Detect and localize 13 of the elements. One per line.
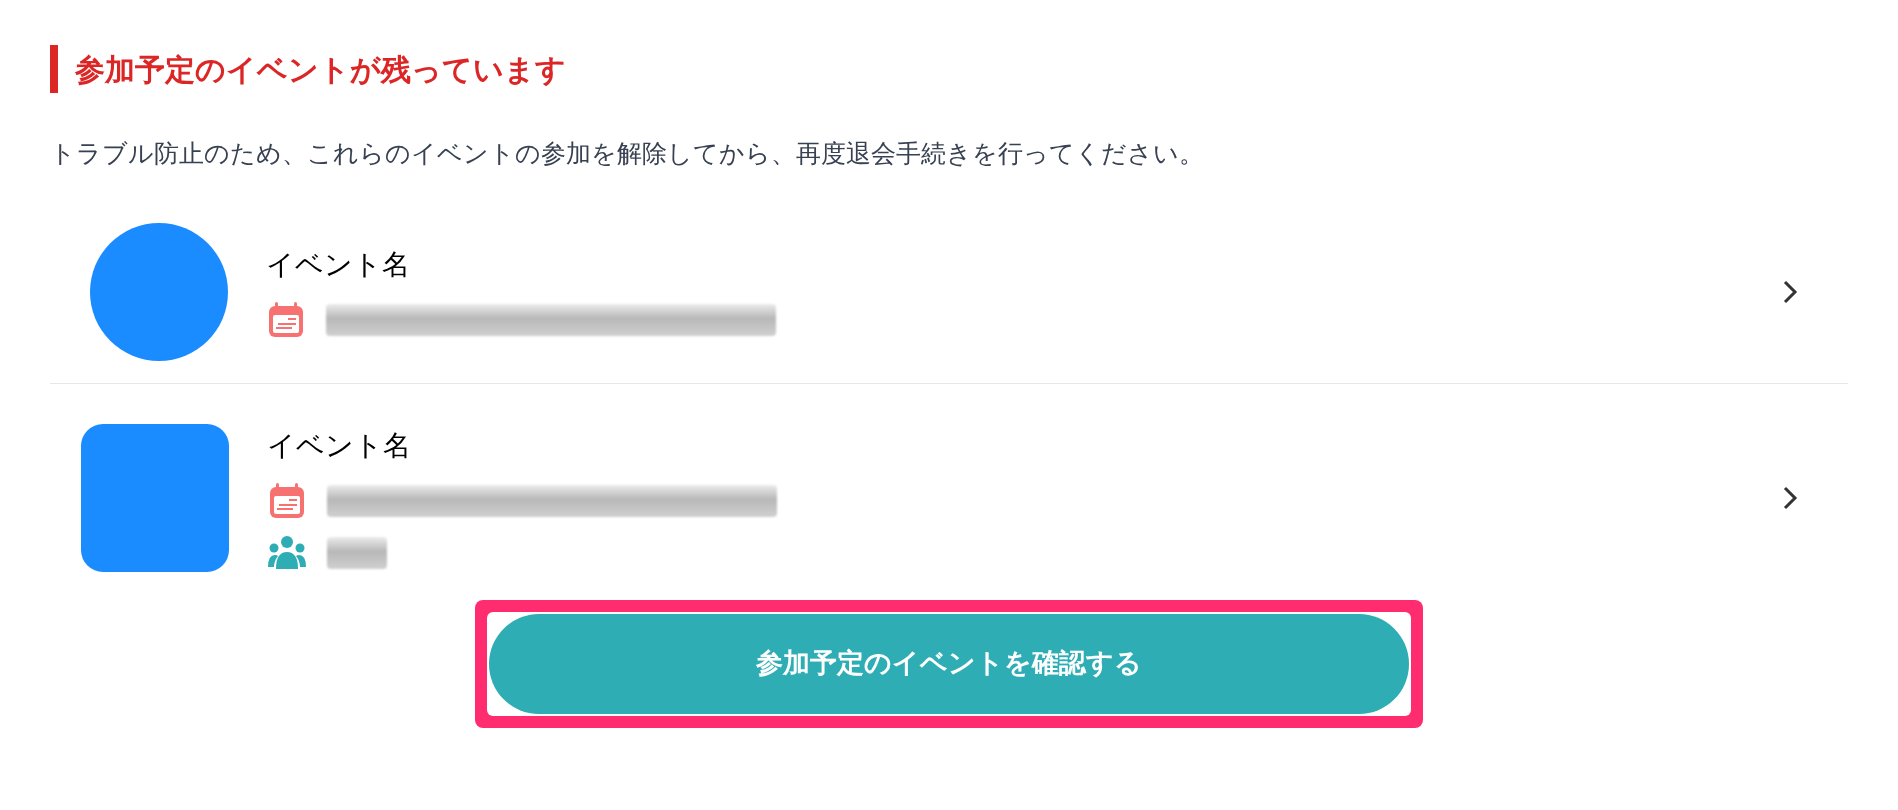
event-list-item[interactable]: イベント名 bbox=[50, 222, 1848, 383]
calendar-icon bbox=[267, 480, 307, 521]
people-icon bbox=[267, 534, 307, 571]
calendar-icon bbox=[266, 299, 306, 340]
chevron-right-icon bbox=[1782, 278, 1798, 305]
redacted-text bbox=[327, 536, 387, 569]
description-text: トラブル防止のため、これらのイベントの参加を解除してから、再度退会手続きを行ってください。 bbox=[50, 138, 1205, 170]
chevron-right-icon bbox=[1782, 484, 1798, 511]
event-name: イベント名 bbox=[267, 427, 412, 464]
section-heading: 参加予定のイベントが残っています bbox=[75, 50, 566, 89]
event-name: イベント名 bbox=[266, 246, 411, 283]
accent-bar bbox=[50, 45, 58, 93]
event-list-item[interactable]: イベント名 bbox=[50, 382, 1848, 572]
